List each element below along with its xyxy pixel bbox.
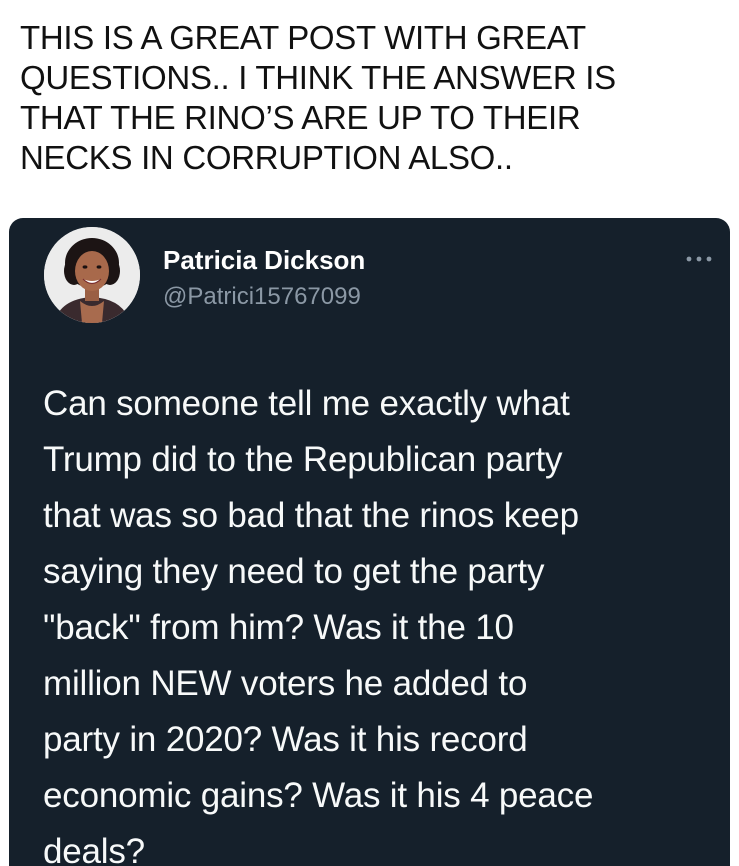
avatar[interactable] bbox=[44, 227, 140, 323]
tweet-author-handle[interactable]: @Patrici15767099 bbox=[163, 282, 361, 312]
tweet-author-name[interactable]: Patricia Dickson bbox=[163, 244, 365, 276]
embedded-tweet-card[interactable]: Patricia Dickson @Patrici15767099 Can so… bbox=[9, 218, 730, 866]
more-horizontal-icon[interactable] bbox=[684, 254, 714, 264]
avatar-portrait-icon bbox=[44, 227, 140, 323]
tweet-body-text: Can someone tell me exactly what Trump d… bbox=[43, 384, 594, 866]
caption-text: THIS IS A GREAT POST WITH GREAT QUESTION… bbox=[20, 19, 616, 176]
